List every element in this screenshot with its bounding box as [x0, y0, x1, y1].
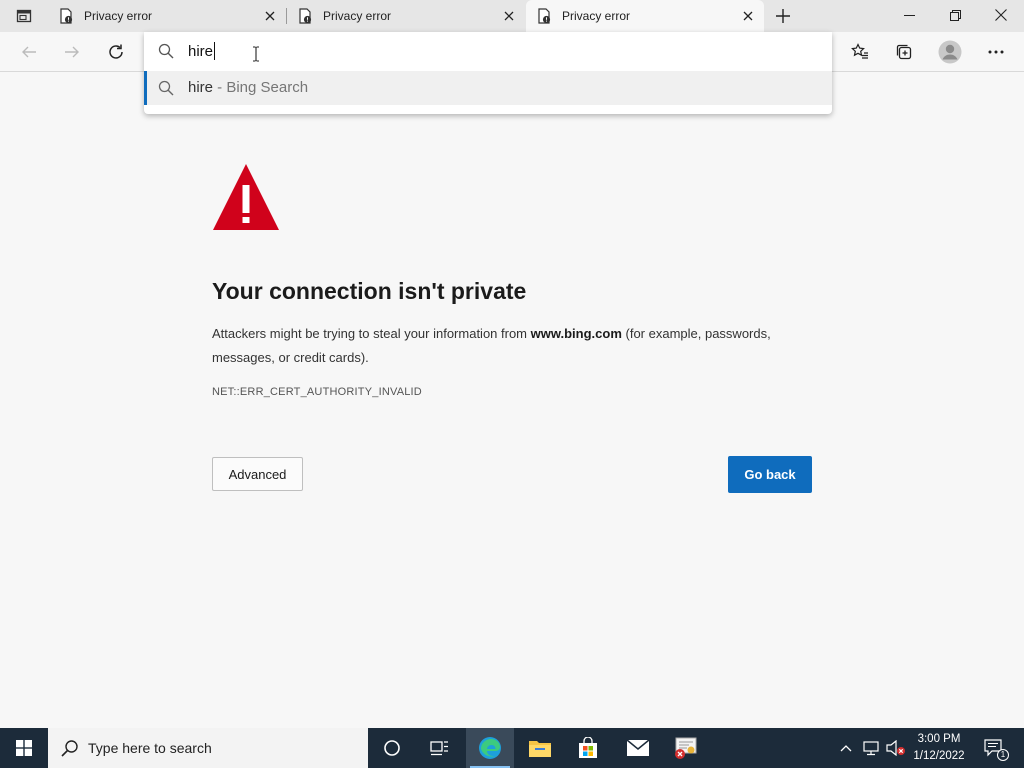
privacy-error-favicon	[536, 8, 552, 24]
search-icon	[158, 80, 174, 96]
refresh-button[interactable]	[101, 37, 131, 67]
taskbar-certificate-app[interactable]	[662, 728, 710, 768]
tab-title: Privacy error	[562, 9, 631, 23]
tab-privacy-error-2[interactable]: Privacy error	[287, 0, 525, 32]
close-tab-icon[interactable]	[738, 6, 758, 26]
taskbar-store[interactable]	[564, 728, 612, 768]
close-window-button[interactable]	[978, 0, 1024, 30]
taskbar-clock[interactable]: 3:00 PM 1/12/2022	[905, 731, 973, 765]
volume-muted-icon	[886, 740, 905, 756]
plus-icon	[776, 9, 790, 23]
site-domain: www.bing.com	[530, 326, 622, 341]
taskbar-mail[interactable]	[614, 728, 662, 768]
favorites-star-icon	[851, 43, 868, 59]
network-icon	[863, 741, 879, 756]
start-button[interactable]	[0, 728, 48, 768]
text-caret	[214, 42, 216, 60]
tab-privacy-error-1[interactable]: Privacy error	[48, 0, 286, 32]
taskbar-file-explorer[interactable]	[516, 728, 564, 768]
cortana-button[interactable]	[368, 728, 416, 768]
search-icon	[60, 738, 80, 758]
error-code: NET::ERR_CERT_AUTHORITY_INVALID	[212, 386, 422, 398]
close-tab-icon[interactable]	[499, 6, 519, 26]
address-bar[interactable]: hire	[144, 32, 832, 70]
folder-icon	[529, 741, 551, 757]
network-button[interactable]	[860, 728, 884, 768]
restore-button[interactable]	[932, 0, 978, 30]
search-placeholder: Type here to search	[88, 740, 212, 756]
warning-triangle-icon	[213, 164, 279, 230]
taskbar-edge[interactable]	[466, 728, 514, 768]
mail-envelope-icon	[626, 739, 650, 756]
error-heading: Your connection isn't private	[212, 278, 527, 304]
advanced-button[interactable]: Advanced	[212, 457, 303, 491]
notification-center-button[interactable]: 1	[980, 728, 1009, 768]
go-back-button[interactable]: Go back	[728, 456, 812, 493]
more-dots-icon	[988, 50, 1004, 54]
clock-date: 1/12/2022	[913, 750, 965, 762]
tab-actions-icon	[16, 9, 32, 23]
back-button[interactable]	[14, 37, 44, 67]
tab-strip: Privacy error Privacy error Privacy erro…	[0, 0, 1024, 32]
error-description: Attackers might be trying to steal your …	[212, 322, 772, 370]
tab-privacy-error-3-active[interactable]: Privacy error	[526, 0, 764, 32]
close-tab-icon[interactable]	[260, 6, 280, 26]
windows-taskbar: Type here to search 3:00 PM 1/12/2022 1	[0, 728, 1024, 768]
store-bag-icon	[579, 737, 597, 758]
profile-button[interactable]	[935, 37, 965, 67]
close-icon	[995, 9, 1007, 21]
suggestion-source: - Bing Search	[213, 79, 309, 96]
notification-count: 1	[997, 749, 1009, 761]
privacy-error-favicon	[58, 8, 74, 24]
privacy-error-favicon	[297, 8, 313, 24]
arrow-right-icon	[65, 46, 79, 58]
suggestion-item[interactable]: hire - Bing Search	[144, 71, 832, 105]
windows-logo-icon	[16, 740, 32, 756]
certificate-error-icon	[675, 737, 697, 759]
clock-time: 3:00 PM	[917, 733, 961, 745]
tab-title: Privacy error	[323, 9, 392, 23]
settings-more-button[interactable]	[981, 37, 1011, 67]
tab-actions-button[interactable]	[8, 4, 40, 28]
minimize-icon	[903, 14, 915, 16]
chevron-up-icon	[840, 745, 852, 752]
refresh-icon	[109, 44, 123, 59]
task-view-icon	[430, 741, 448, 756]
edge-browser-icon	[479, 737, 501, 759]
tab-title: Privacy error	[84, 9, 153, 23]
restore-icon	[949, 9, 961, 21]
mouse-ibeam-cursor-icon	[253, 46, 259, 62]
suggestion-text: hire - Bing Search	[188, 79, 308, 96]
collections-button[interactable]	[889, 37, 919, 67]
description-prefix: Attackers might be trying to steal your …	[212, 326, 531, 341]
search-icon	[158, 43, 174, 59]
avatar-icon	[938, 40, 962, 64]
arrow-left-icon	[22, 46, 36, 58]
suggestion-query: hire	[188, 79, 214, 96]
taskbar-search-box[interactable]: Type here to search	[48, 728, 368, 768]
favorites-button[interactable]	[845, 37, 875, 67]
show-hidden-icons-button[interactable]	[836, 728, 856, 768]
cortana-circle-icon	[384, 740, 400, 756]
minimize-button[interactable]	[886, 0, 932, 30]
task-view-button[interactable]	[416, 728, 464, 768]
collections-icon	[896, 44, 912, 60]
address-input-text: hire	[188, 42, 214, 60]
address-bar-dropdown: hire hire - Bing Search	[144, 32, 832, 114]
address-input[interactable]: hire	[188, 41, 216, 61]
new-tab-button[interactable]	[770, 4, 796, 28]
forward-button[interactable]	[57, 37, 87, 67]
